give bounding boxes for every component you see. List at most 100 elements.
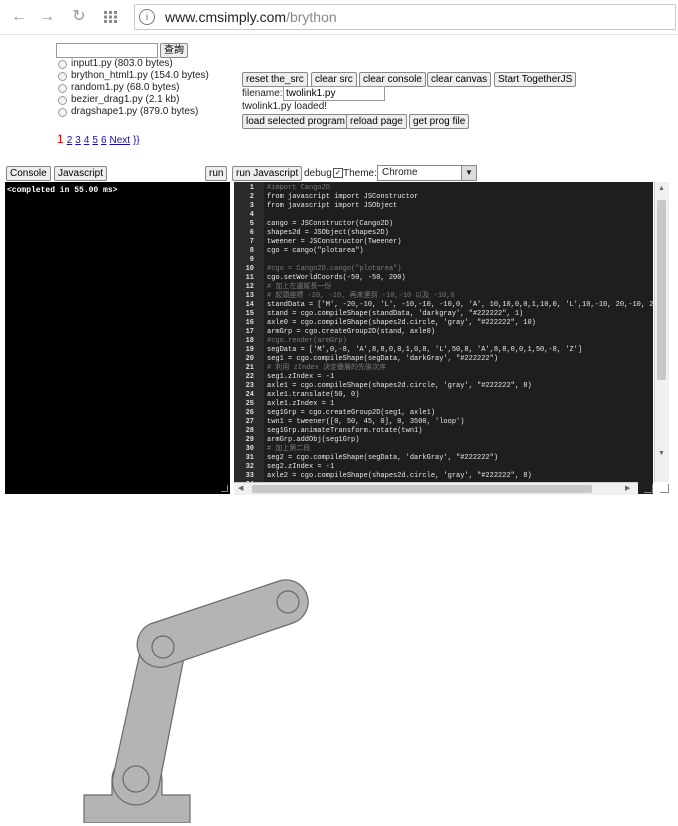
file-size: (68.0 bytes)	[126, 82, 180, 93]
radio-icon[interactable]	[58, 95, 67, 105]
line-number: 3	[249, 202, 254, 210]
plot-canvas[interactable]	[0, 500, 678, 824]
line-number: 30	[245, 445, 254, 453]
line-number: 17	[245, 328, 254, 336]
run-javascript-button[interactable]: run Javascript	[232, 166, 303, 181]
line-number: 21	[245, 364, 254, 372]
line-number: 1	[249, 184, 254, 192]
clear-canvas-button[interactable]: clear canvas	[427, 72, 492, 87]
resize-handle-icon[interactable]	[660, 484, 669, 493]
radio-icon[interactable]	[58, 59, 67, 69]
site-info-icon[interactable]: i	[139, 9, 155, 25]
code-editor[interactable]: 1 2 3 4 5 6 7 8 9 10 11 12 13 14 15 16 17 18 19 20 21 22 23 24 2…	[234, 182, 653, 494]
axle-1	[151, 635, 175, 659]
code-line: cango = JSConstructor(Cango2D)	[267, 220, 394, 228]
scroll-left-icon[interactable]: ◀	[238, 484, 243, 492]
page-link[interactable]: 5	[92, 135, 98, 146]
search-button[interactable]: 查詢	[160, 43, 188, 58]
code-line: #import Cango2D	[267, 184, 331, 192]
line-number: 16	[245, 319, 254, 327]
line-number: 20	[245, 355, 254, 363]
page-link[interactable]: 6	[101, 135, 107, 146]
file-size: (154.0 bytes)	[150, 70, 209, 81]
code-line: twn1 = tweener([0, 50, 45, 0], 0, 3500, …	[267, 418, 465, 426]
reload-icon[interactable]: ↻	[70, 8, 88, 26]
get-prog-file-button[interactable]: get prog file	[409, 114, 470, 129]
theme-value: Chrome	[382, 167, 418, 178]
scroll-right-icon[interactable]: ▶	[625, 484, 630, 492]
search-input[interactable]	[56, 43, 158, 58]
code-line: # 加上第二段	[267, 445, 311, 453]
reload-page-button[interactable]: reload page	[346, 114, 407, 129]
start-togetherjs-button[interactable]: Start TogetherJS	[494, 72, 577, 87]
list-item[interactable]: input1.py (803.0 bytes)	[58, 58, 209, 70]
axle-2	[276, 590, 300, 614]
line-number: 10	[245, 265, 254, 273]
line-number: 9	[249, 256, 254, 264]
resize-handle-icon[interactable]	[221, 485, 228, 492]
list-item[interactable]: random1.py (68.0 bytes)	[58, 82, 209, 94]
file-name: random1.py	[71, 82, 124, 93]
radio-icon[interactable]	[58, 83, 67, 93]
page-current: 1	[57, 132, 64, 146]
page-link[interactable]: 4	[84, 135, 90, 146]
list-item[interactable]: brython_html1.py (154.0 bytes)	[58, 70, 209, 82]
console-output[interactable]: <completed in 55.00 ms>	[5, 182, 230, 494]
page-link[interactable]: 3	[75, 135, 81, 146]
apps-grid-icon[interactable]	[104, 11, 118, 23]
console-button[interactable]: Console	[6, 166, 51, 181]
last-link[interactable]: }}	[133, 135, 140, 146]
code-line: standData = ['M', -20,-10, 'L', -10,-10,…	[267, 301, 653, 309]
code-line: axle2 = cgo.compileShape(shapes2d.circle…	[267, 472, 532, 480]
theme-select[interactable]: Chrome ▼	[377, 165, 477, 181]
line-number: 13	[245, 292, 254, 300]
list-item[interactable]: bezier_drag1.py (2.1 kb)	[58, 94, 209, 106]
filename-input[interactable]	[283, 86, 385, 101]
line-number: 8	[249, 247, 254, 255]
chevron-down-icon[interactable]: ▼	[461, 166, 476, 180]
clear-console-button[interactable]: clear console	[359, 72, 426, 87]
address-bar[interactable]: i www.cmsimply.com/brython	[134, 4, 676, 30]
line-number: 6	[249, 229, 254, 237]
list-item[interactable]: dragshape1.py (879.0 bytes)	[58, 106, 209, 118]
scroll-down-icon[interactable]: ▼	[658, 450, 665, 457]
reset-src-button[interactable]: reset the_src	[242, 72, 308, 87]
code-line: seg1.zIndex = -1	[267, 373, 335, 381]
line-number: 24	[245, 391, 254, 399]
javascript-button[interactable]: Javascript	[54, 166, 108, 181]
line-number: 27	[245, 418, 254, 426]
line-number: 31	[245, 454, 254, 462]
theme-label: Theme:	[343, 168, 377, 179]
code-line: cgo = cango("plotarea")	[267, 247, 364, 255]
file-size: (2.1 kb)	[145, 94, 180, 105]
file-size: (879.0 bytes)	[139, 106, 199, 117]
scroll-thumb[interactable]	[657, 200, 666, 380]
clear-src-button[interactable]: clear src	[311, 72, 357, 87]
radio-icon[interactable]	[58, 71, 67, 81]
run-button[interactable]: run	[205, 166, 228, 181]
back-arrow-icon[interactable]: ←	[10, 8, 28, 26]
code-line: stand = cgo.compileShape(standData, 'dar…	[267, 310, 524, 318]
line-number: 7	[249, 238, 254, 246]
line-number: 32	[245, 463, 254, 471]
load-program-button[interactable]: load selected program	[242, 114, 349, 129]
file-name: brython_html1.py	[71, 70, 148, 81]
code-line: segData = ['M',0,-8, 'A',8,8,0,0,1,0,8, …	[267, 346, 583, 354]
line-number: 12	[245, 283, 254, 291]
hscroll-thumb[interactable]	[252, 485, 592, 493]
code-area[interactable]: #import Cango2D from javascript import JS…	[264, 182, 653, 482]
code-line: #cgo = Cango2D.cango("plotarea")	[267, 265, 402, 273]
forward-arrow-icon[interactable]: →	[38, 8, 56, 26]
code-line: #cgo.render(armGrp)	[267, 337, 347, 345]
radio-icon[interactable]	[58, 107, 67, 117]
scroll-up-icon[interactable]: ▲	[658, 185, 665, 192]
resize-handle-icon[interactable]	[644, 484, 653, 493]
line-number: 15	[245, 310, 254, 318]
debug-checkbox[interactable]: ✓	[333, 168, 343, 178]
horizontal-scrollbar[interactable]: ◀ ▶	[234, 482, 638, 495]
vertical-scrollbar[interactable]: ▲ ▼	[654, 182, 669, 482]
line-number: 14	[245, 301, 254, 309]
code-line: axle1.translate(50, 0)	[267, 391, 360, 399]
next-link[interactable]: Next	[110, 135, 131, 146]
page-link[interactable]: 2	[67, 135, 73, 146]
